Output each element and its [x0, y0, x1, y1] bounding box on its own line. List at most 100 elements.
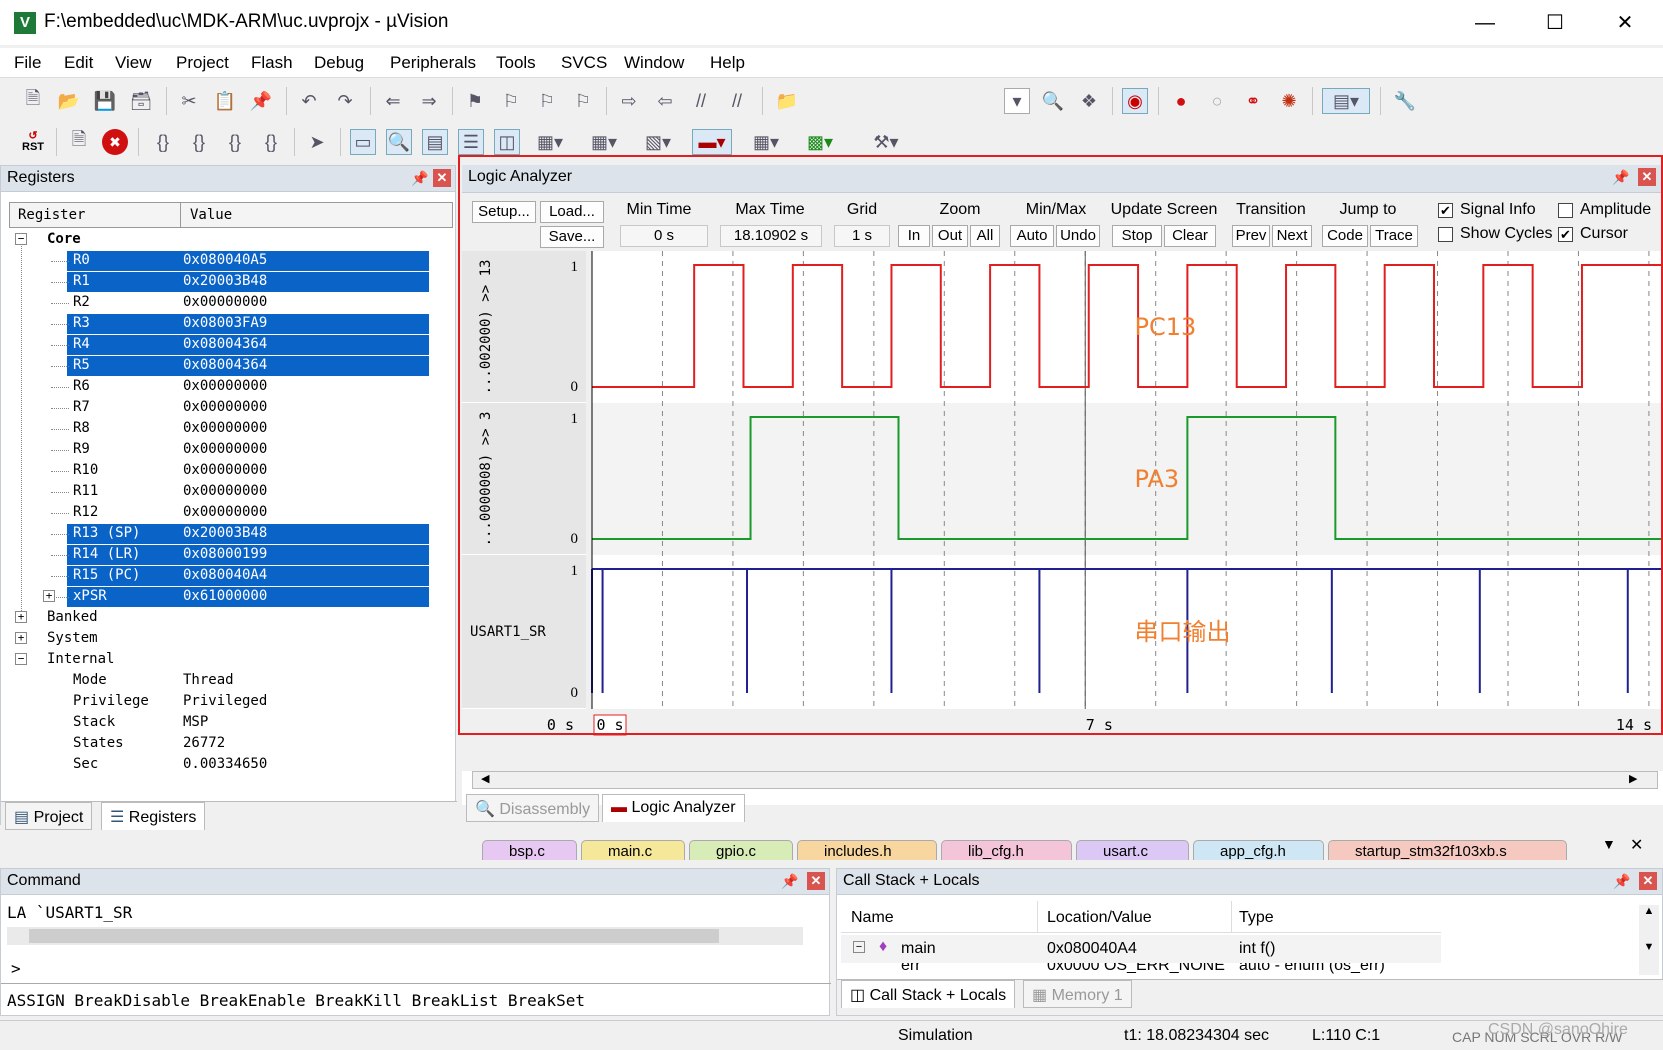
run-to-cursor-icon[interactable]: {}: [258, 129, 284, 155]
la-close-icon[interactable]: ✕: [1638, 168, 1656, 186]
register-value[interactable]: 0x00000000: [183, 378, 267, 394]
clear-bookmarks-icon[interactable]: ⚐: [570, 88, 596, 114]
minimize-icon[interactable]: —: [1460, 6, 1510, 40]
tab-project[interactable]: ▤ Project: [5, 802, 93, 830]
zoom-all-button[interactable]: All: [970, 225, 1000, 247]
signal-info-checkbox[interactable]: ✔: [1438, 203, 1453, 218]
reset-icon[interactable]: ↺ RST: [20, 129, 46, 155]
file-tab-lib_cfg-h[interactable]: lib_cfg.h: [941, 840, 1072, 860]
prev-bookmark-icon[interactable]: ⚐: [498, 88, 524, 114]
menu-flash[interactable]: Flash: [251, 53, 293, 73]
collapse-main-icon[interactable]: −: [853, 941, 865, 953]
register-row-r15[interactable]: R15 (PC) 0x080040A4: [1, 566, 429, 586]
save-button[interactable]: Save...: [540, 226, 604, 248]
col-name[interactable]: Name: [851, 909, 894, 927]
register-value[interactable]: 0x20003B48: [183, 525, 267, 541]
register-value[interactable]: 0x00000000: [183, 420, 267, 436]
amplitude-checkbox[interactable]: [1558, 203, 1573, 218]
menu-project[interactable]: Project: [176, 53, 229, 73]
file-tab-main-c[interactable]: main.c: [581, 840, 685, 860]
register-value[interactable]: 0x080040A5: [183, 252, 267, 268]
run-icon[interactable]: 🗎: [66, 129, 92, 155]
step-in-icon[interactable]: {}: [150, 129, 176, 155]
menu-debug[interactable]: Debug: [314, 53, 364, 73]
insert-breakpoint-icon[interactable]: ●: [1168, 88, 1194, 114]
step-over-icon[interactable]: {}: [186, 129, 212, 155]
indent-icon[interactable]: ⇨: [616, 88, 642, 114]
memory-window-icon[interactable]: ▦▾: [584, 129, 624, 155]
signal-name[interactable]: ...0000008) >> 3: [478, 412, 494, 547]
watch-window-icon[interactable]: ▦▾: [530, 129, 570, 155]
callstack-row-main[interactable]: − ♦ main 0x080040A4 int f(): [841, 935, 1441, 963]
tab-registers[interactable]: ☰ Registers: [101, 802, 206, 830]
close-icon[interactable]: ✕: [1600, 6, 1650, 40]
register-row-r12[interactable]: R12 0x00000000: [1, 503, 421, 523]
unindent-icon[interactable]: ⇦: [652, 88, 678, 114]
col-type[interactable]: Type: [1239, 909, 1274, 927]
register-row-r2[interactable]: R2 0x00000000: [1, 293, 421, 313]
callstack-row-err[interactable]: err 0x0000 OS_ERR_NONE auto - enum (os_e…: [841, 963, 1441, 975]
uncomment-icon[interactable]: //: [724, 88, 750, 114]
register-row-r10[interactable]: R10 0x00000000: [1, 461, 421, 481]
file-tab-bsp-c[interactable]: bsp.c: [482, 840, 577, 860]
expand-xpsr-icon[interactable]: +: [43, 590, 55, 602]
file-tab-includes-h[interactable]: includes.h: [797, 840, 937, 860]
register-row-r1[interactable]: R1 0x20003B48: [1, 272, 429, 292]
auto-button[interactable]: Auto: [1010, 225, 1054, 247]
menu-help[interactable]: Help: [710, 53, 745, 73]
file-tab-usart-c[interactable]: usart.c: [1076, 840, 1189, 860]
menu-window[interactable]: Window: [624, 53, 684, 73]
stop-icon[interactable]: ✖: [102, 129, 128, 155]
code-button[interactable]: Code: [1322, 225, 1368, 247]
setup-button[interactable]: Setup...: [472, 201, 536, 223]
register-row-r9[interactable]: R9 0x00000000: [1, 440, 421, 460]
group-system[interactable]: System: [47, 630, 98, 646]
signal-name[interactable]: USART1_SR: [470, 624, 546, 640]
prev-button[interactable]: Prev: [1232, 225, 1270, 247]
cursor-checkbox[interactable]: ✔: [1558, 227, 1573, 242]
register-row-r3[interactable]: R3 0x08003FA9: [1, 314, 429, 334]
menu-file[interactable]: File: [14, 53, 41, 73]
call-stack-window-icon[interactable]: ◫: [494, 129, 520, 155]
copy-icon[interactable]: 📋: [212, 88, 238, 114]
redo-icon[interactable]: ↷: [332, 88, 358, 114]
tab-logic-analyzer[interactable]: ▬ Logic Analyzer: [602, 794, 745, 822]
trace-button[interactable]: Trace: [1370, 225, 1418, 247]
command-prompt[interactable]: >: [11, 959, 21, 978]
toolbox-icon[interactable]: ⚒▾: [866, 129, 906, 155]
col-location[interactable]: Location/Value: [1047, 909, 1152, 927]
debug-session-icon[interactable]: ◉: [1122, 88, 1148, 114]
register-value[interactable]: 0x61000000: [183, 588, 267, 604]
group-banked[interactable]: Banked: [47, 609, 98, 625]
new-file-icon[interactable]: 🗎: [20, 88, 46, 114]
registers-window-icon[interactable]: ☰: [458, 129, 484, 155]
next-button[interactable]: Next: [1272, 225, 1312, 247]
find-icon[interactable]: 🔍: [1040, 88, 1066, 114]
command-pin-icon[interactable]: 📌: [781, 873, 798, 890]
register-row-r8[interactable]: R8 0x00000000: [1, 419, 421, 439]
waveform-area[interactable]: 1 0 ...002000) >> 13 PC13 1 0 ...0000008) >> 3…: [462, 251, 1663, 771]
callstack-vscroll[interactable]: ▲ ▼: [1639, 905, 1659, 975]
open-file-icon[interactable]: 📂: [56, 88, 82, 114]
register-row-xpsr[interactable]: xPSR 0x61000000: [1, 587, 429, 607]
save-icon[interactable]: 💾: [92, 88, 118, 114]
register-row-r0[interactable]: R0 0x080040A5: [1, 251, 429, 271]
register-value[interactable]: 0x08003FA9: [183, 315, 267, 331]
kill-breakpoints-icon[interactable]: ✺: [1276, 88, 1302, 114]
register-row-r13[interactable]: R13 (SP) 0x20003B48: [1, 524, 429, 544]
register-value[interactable]: 0x00000000: [183, 294, 267, 310]
zoom-in-button[interactable]: In: [898, 225, 930, 247]
window-layout-icon[interactable]: ▤▾: [1322, 88, 1370, 114]
incremental-find-icon[interactable]: ❖: [1076, 88, 1102, 114]
scroll-right-icon[interactable]: ▶: [1629, 772, 1637, 785]
next-bookmark-icon[interactable]: ⚐: [534, 88, 560, 114]
col-value[interactable]: Value: [190, 207, 232, 223]
callstack-close-icon[interactable]: ✕: [1639, 872, 1657, 890]
tabs-dropdown-icon[interactable]: ▼: [1602, 836, 1616, 852]
col-register[interactable]: Register: [18, 207, 85, 223]
command-hscroll[interactable]: [7, 927, 803, 945]
analysis-window-icon[interactable]: ▬▾: [692, 129, 732, 155]
register-value[interactable]: 0x00000000: [183, 504, 267, 520]
find-in-files-icon[interactable]: 📁: [774, 88, 800, 114]
command-window-icon[interactable]: ▭: [350, 129, 376, 155]
